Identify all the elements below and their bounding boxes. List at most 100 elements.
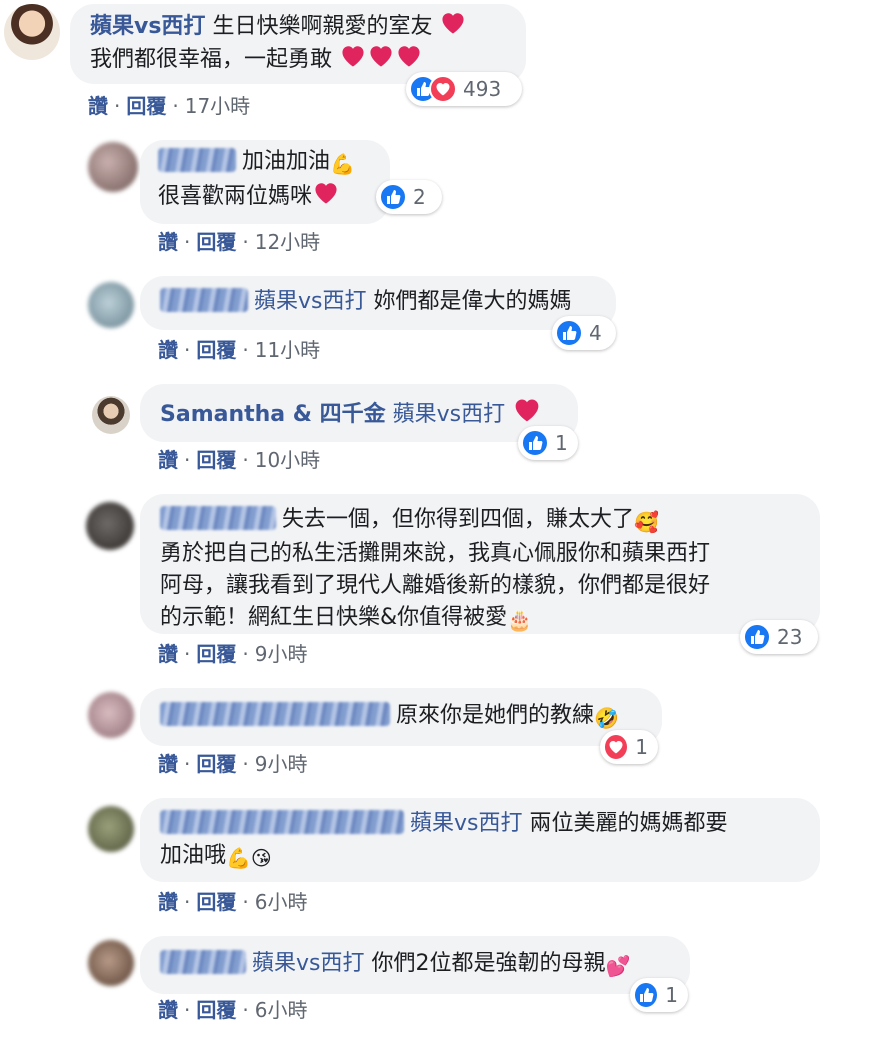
redacted-name: [160, 950, 246, 974]
smiling-face-with-hearts-icon: 🥰: [634, 510, 659, 534]
reaction-summary[interactable]: 1: [630, 978, 688, 1012]
like-icon: [633, 981, 660, 1009]
like-icon: [555, 319, 583, 347]
timestamp[interactable]: 17小時: [185, 94, 250, 118]
flexed-biceps-icon: 💪: [226, 846, 251, 870]
tagged-user[interactable]: 蘋果vs西打: [410, 811, 522, 836]
like-icon: [379, 183, 407, 211]
comment-text: 生日快樂啊親愛的室友: [212, 14, 433, 39]
love-icon: [603, 733, 630, 761]
comment-text: 很喜歡兩位媽咪: [158, 184, 313, 209]
tagged-user[interactable]: 蘋果vs西打: [252, 951, 364, 976]
comment-text: 加油加油: [242, 149, 331, 174]
reply-button[interactable]: 回覆: [196, 752, 236, 776]
reaction-count: 1: [555, 431, 568, 455]
comment-actions: 讚 · 回覆 · 10小時: [158, 448, 321, 472]
reaction-count: 2: [413, 185, 426, 209]
reply-button[interactable]: 回覆: [196, 338, 236, 362]
avatar[interactable]: [88, 142, 138, 192]
avatar[interactable]: [88, 692, 134, 738]
reaction-count: 493: [463, 77, 502, 101]
redacted-name: [160, 702, 390, 726]
comment-bubble: 蘋果vs西打 你們2位都是強韌的母親💕: [140, 936, 690, 994]
comment-text: 兩位美麗的媽媽都要: [529, 811, 728, 836]
reaction-count: 1: [635, 735, 648, 759]
red-heart-icon: [395, 43, 423, 69]
reaction-summary[interactable]: 1: [518, 426, 578, 460]
like-button[interactable]: 讚: [88, 94, 108, 118]
reaction-summary[interactable]: 1: [600, 730, 658, 764]
comment-text: 你們2位都是強韌的母親: [371, 951, 606, 976]
two-hearts-icon: 💕: [605, 954, 631, 978]
like-button[interactable]: 讚: [158, 752, 178, 776]
red-heart-icon: [439, 10, 467, 36]
reply-button[interactable]: 回覆: [196, 230, 236, 254]
avatar[interactable]: [86, 502, 134, 550]
birthday-cake-icon: 🎂: [507, 608, 533, 632]
avatar[interactable]: [88, 282, 134, 328]
comment-actions: 讚 · 回覆 · 6小時: [158, 890, 308, 914]
avatar[interactable]: [88, 806, 134, 852]
redacted-name: [158, 148, 236, 172]
comment-bubble: Samantha & 四千金 蘋果vs西打: [140, 384, 578, 442]
timestamp[interactable]: 12小時: [255, 230, 320, 254]
comment-text: 失去一個，但你得到四個，賺太大了: [282, 507, 635, 532]
comment-bubble: 失去一個，但你得到四個，賺太大了🥰 勇於把自己的私生活攤開來說，我真心佩服你和蘋…: [140, 494, 820, 634]
avatar[interactable]: [4, 4, 60, 60]
comment-text: 阿母，讓我看到了現代人離婚後新的樣貌，你們都是很好: [160, 573, 711, 598]
timestamp[interactable]: 11小時: [255, 338, 320, 362]
reply-button[interactable]: 回覆: [126, 94, 166, 118]
comment-bubble: 加油加油💪 很喜歡兩位媽咪: [140, 140, 390, 224]
reaction-summary[interactable]: 493: [406, 72, 522, 106]
redacted-name: [160, 506, 276, 530]
reply-button[interactable]: 回覆: [196, 998, 236, 1022]
red-heart-icon: [367, 43, 395, 69]
like-button[interactable]: 讚: [158, 230, 178, 254]
reply-button[interactable]: 回覆: [196, 890, 236, 914]
like-button[interactable]: 讚: [158, 890, 178, 914]
comment-actions: 讚 · 回覆 · 11小時: [158, 338, 321, 362]
timestamp[interactable]: 6小時: [255, 890, 308, 914]
like-icon: [521, 429, 549, 457]
timestamp[interactable]: 10小時: [255, 448, 320, 472]
comment-actions: 讚 · 回覆 · 9小時: [158, 752, 308, 776]
comment-text: 勇於把自己的私生活攤開來說，我真心佩服你和蘋果西打: [160, 541, 711, 566]
like-button[interactable]: 讚: [158, 642, 178, 666]
comment-text: 的示範！網紅生日快樂&你值得被愛: [160, 605, 508, 630]
comment-text: 加油哦: [160, 843, 227, 868]
like-button[interactable]: 讚: [158, 448, 178, 472]
timestamp[interactable]: 9小時: [255, 642, 308, 666]
reaction-summary[interactable]: 23: [740, 620, 818, 654]
comment-actions: 讚 · 回覆 · 9小時: [158, 642, 308, 666]
like-button[interactable]: 讚: [158, 338, 178, 362]
avatar[interactable]: [88, 940, 134, 986]
timestamp[interactable]: 9小時: [255, 752, 308, 776]
reaction-count: 4: [589, 321, 602, 345]
comment-actions: 讚 · 回覆 · 17小時: [88, 94, 251, 118]
reply-button[interactable]: 回覆: [196, 448, 236, 472]
redacted-name: [160, 810, 404, 834]
comment-actions: 讚 · 回覆 · 6小時: [158, 998, 308, 1022]
author-name[interactable]: Samantha & 四千金: [160, 402, 386, 427]
face-blowing-kiss-icon: 😘: [250, 846, 272, 870]
comment-actions: 讚 · 回覆 · 12小時: [158, 230, 321, 254]
comment-text: 我們都很幸福，一起勇敢: [90, 47, 333, 72]
author-name[interactable]: 蘋果vs西打: [90, 14, 205, 39]
timestamp[interactable]: 6小時: [255, 998, 308, 1022]
love-icon: [429, 75, 457, 103]
reaction-count: 23: [777, 625, 803, 649]
reply-button[interactable]: 回覆: [196, 642, 236, 666]
reaction-count: 1: [665, 983, 678, 1007]
tagged-user[interactable]: 蘋果vs西打: [254, 289, 366, 314]
comment-bubble: 蘋果vs西打 妳們都是偉大的媽媽: [140, 276, 616, 330]
reaction-summary[interactable]: 2: [376, 180, 442, 214]
comment-bubble: 原來你是她們的教練🤣: [140, 688, 662, 746]
reaction-summary[interactable]: 4: [552, 316, 616, 350]
comment-text: 妳們都是偉大的媽媽: [373, 289, 572, 314]
red-heart-icon: [339, 43, 367, 69]
like-icon: [743, 623, 771, 651]
avatar[interactable]: [92, 396, 130, 434]
tagged-user[interactable]: 蘋果vs西打: [393, 402, 505, 427]
redacted-name: [160, 288, 248, 312]
like-button[interactable]: 讚: [158, 998, 178, 1022]
